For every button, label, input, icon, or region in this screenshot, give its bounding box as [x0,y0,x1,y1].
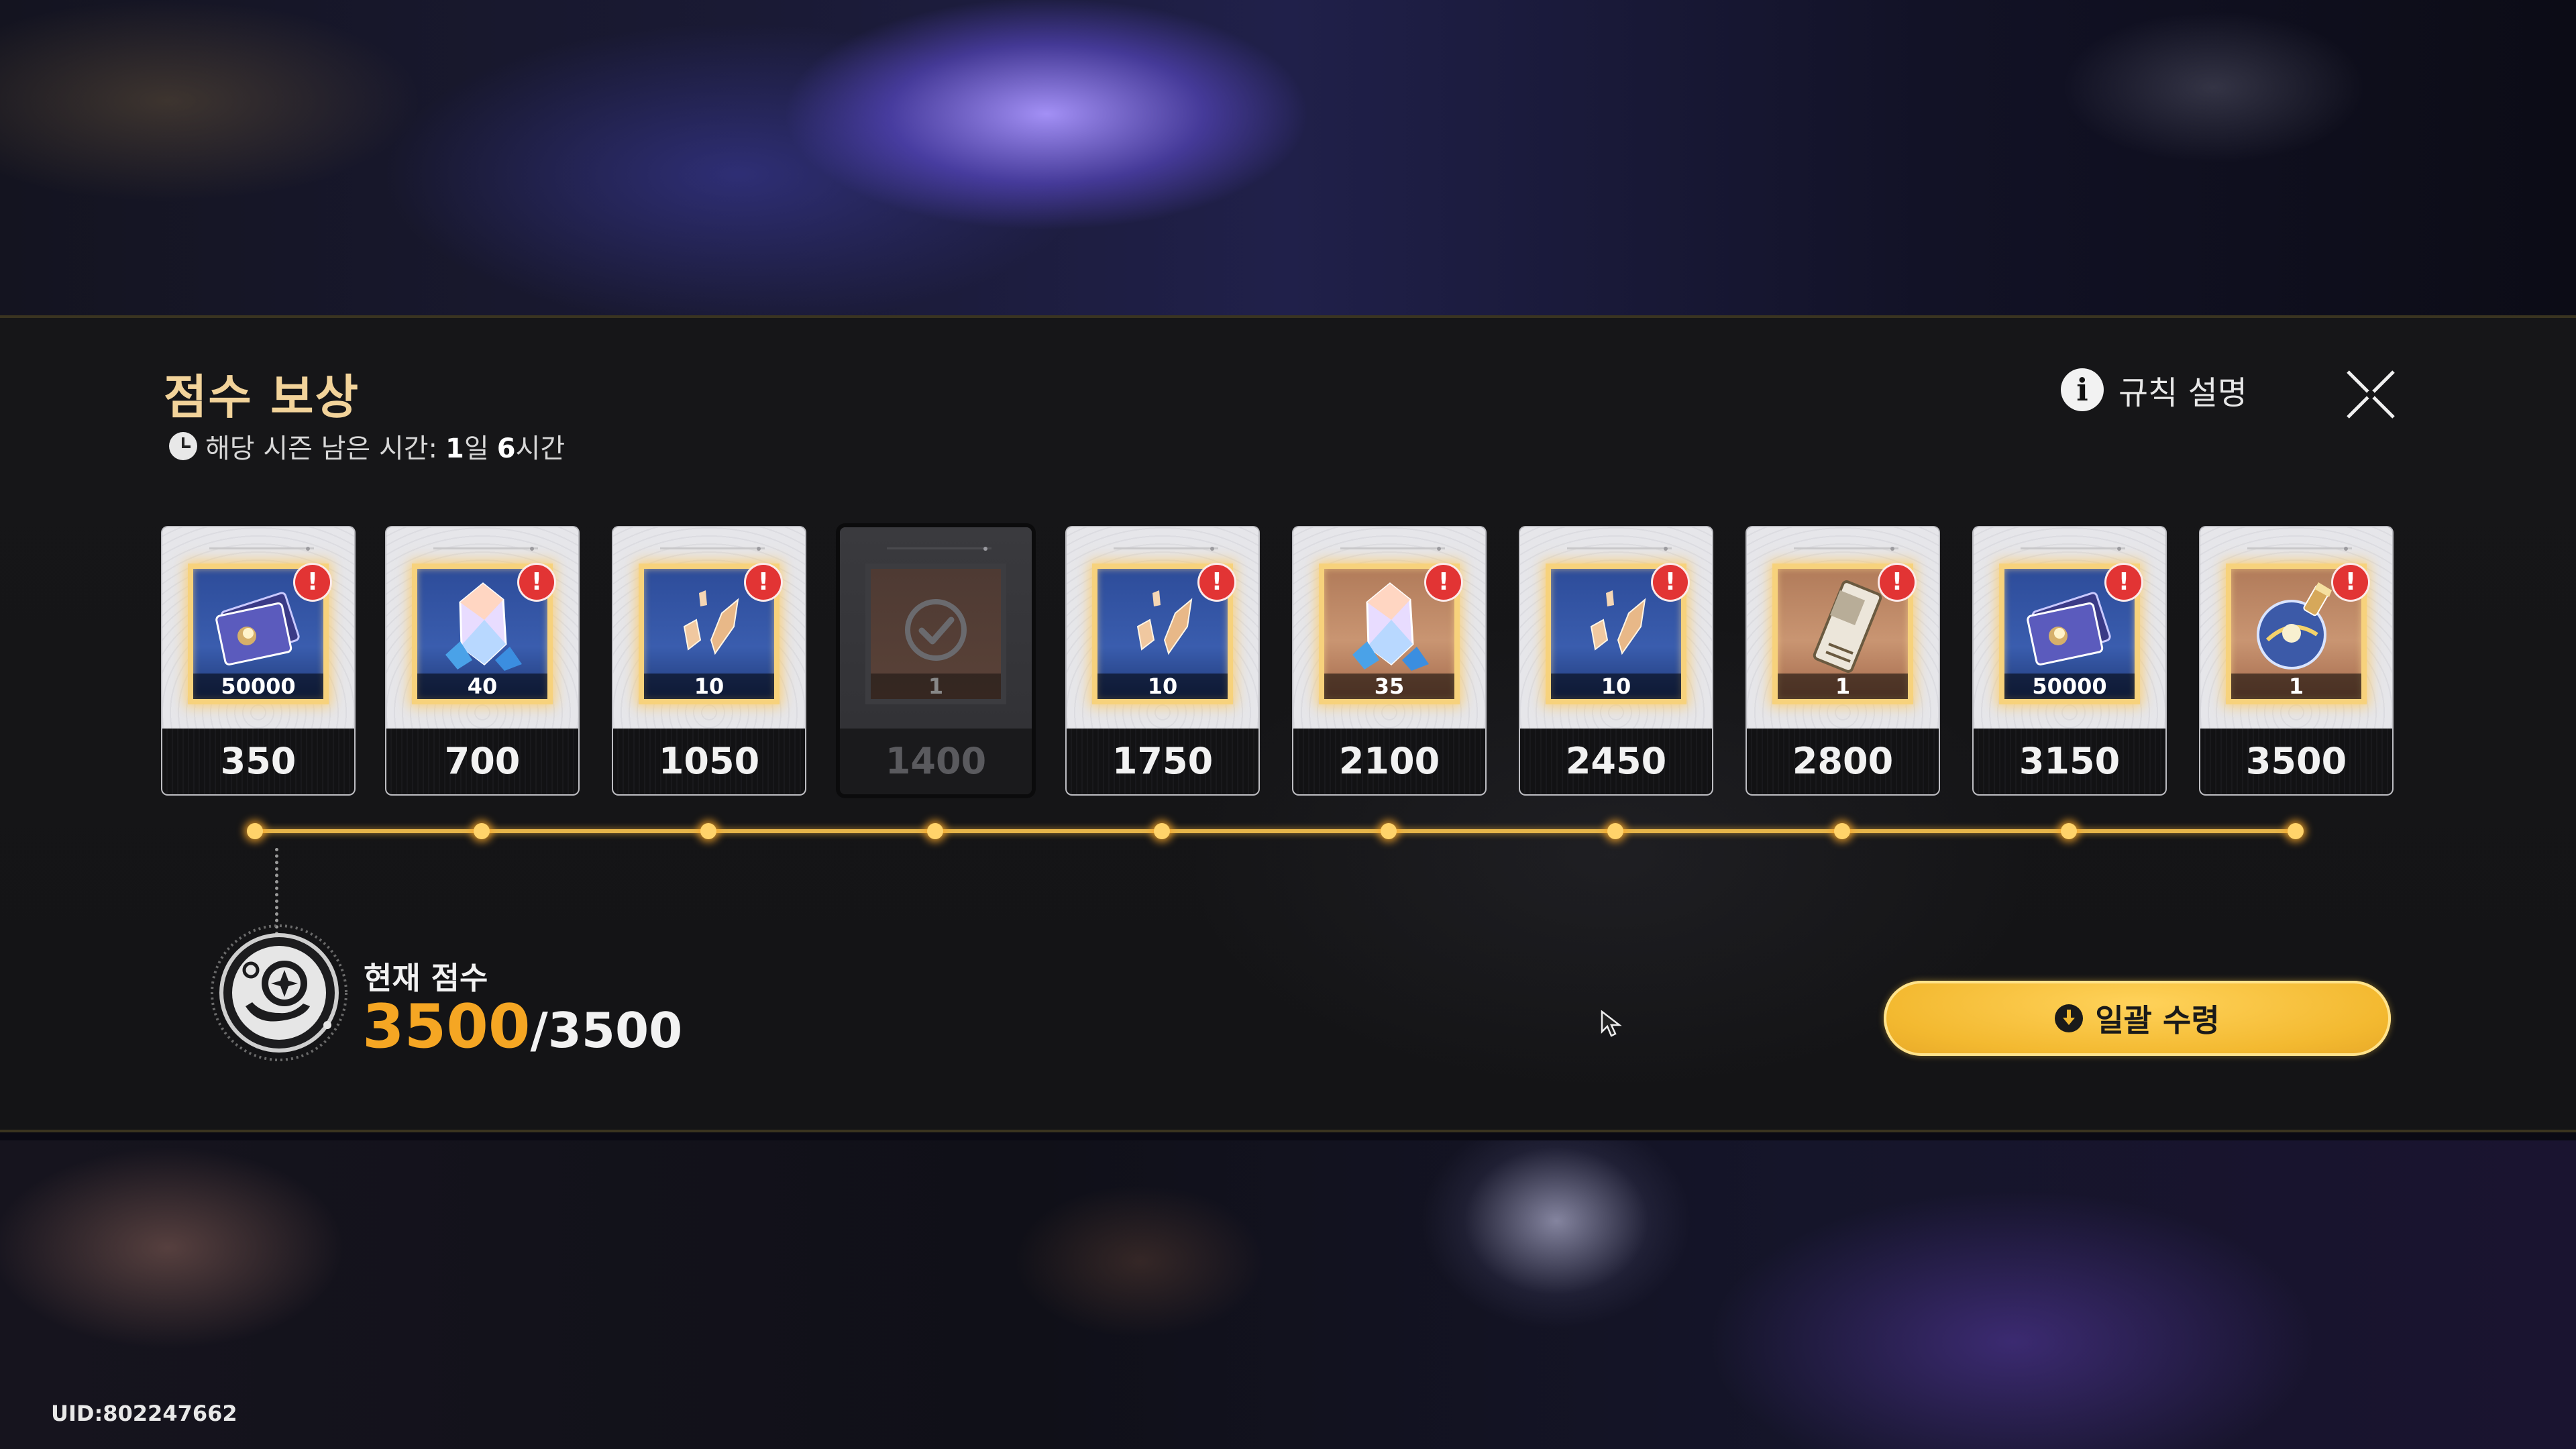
progress-node [700,823,716,839]
card-top-line [2021,547,2125,549]
progress-track [255,829,2300,833]
card-top-dot [2117,547,2121,551]
reward-card-2800[interactable]: 1! 2800 [1747,527,1939,794]
download-icon [2055,1004,2084,1032]
progress-node [247,823,263,839]
progress-node [1381,823,1397,839]
score-reward-panel: 점수 보상 해당 시즌 남은 시간: 1일 6시간 i 규칙 설명 50000!… [0,315,2576,1132]
reward-card-3150[interactable]: 50000! 3150 [1974,527,2165,794]
reward-quantity: 1 [1778,674,1908,699]
alert-badge-icon: ! [295,565,330,600]
card-top-dot [1890,547,1894,551]
reward-score-threshold: 350 [162,729,354,794]
rules-label: 규칙 설명 [2118,374,2247,412]
alert-badge-icon: ! [2333,565,2368,600]
card-top-dot [1437,547,1441,551]
card-top-line [660,547,765,549]
reward-score-threshold: 1050 [613,729,805,794]
card-top-line [1340,547,1445,549]
reward-quantity: 10 [1097,674,1228,699]
reward-card-350[interactable]: 50000! 350 [162,527,354,794]
card-top-dot [1210,547,1214,551]
background-bottom-blurred [0,1140,2576,1449]
progress-node [927,823,943,839]
reward-card-3500[interactable]: 1! 3500 [2200,527,2392,794]
alert-badge-icon: ! [519,565,554,600]
score-medal-icon [211,924,347,1061]
card-top-line [887,547,991,549]
alert-badge-icon: ! [1880,565,1915,600]
season-label: 해당 시즌 남은 시간: [205,433,438,464]
background-top-blurred [0,0,2576,315]
progress-node [474,823,490,839]
mouse-cursor-icon [1601,1010,1622,1037]
card-top-dot [530,547,534,551]
reward-card-1750[interactable]: 10! 1750 [1067,527,1258,794]
card-top-dot [1664,547,1668,551]
reward-score-threshold: 700 [386,729,578,794]
card-top-line [1114,547,1218,549]
season-days-unit: 일 [464,433,489,464]
reward-quantity: 1 [2231,674,2361,699]
progress-node [2288,823,2304,839]
card-top-line [2247,547,2352,549]
card-top-dot [306,547,310,551]
reward-quantity: 10 [1551,674,1681,699]
claim-all-button[interactable]: 일괄 수령 [1884,981,2391,1056]
uid-label: UID:802247662 [51,1401,237,1426]
reward-quantity: 35 [1324,674,1454,699]
alert-badge-icon: ! [2106,565,2141,600]
reward-card-2450[interactable]: 10! 2450 [1520,527,1712,794]
reward-card-700[interactable]: 40! 700 [386,527,578,794]
progress-pointer-line [275,848,278,935]
reward-quantity: 50000 [2004,674,2135,699]
season-hours: 6 [496,433,516,464]
current-score-value: 3500 [362,991,531,1062]
alert-badge-icon: ! [1653,565,1688,600]
rules-button[interactable]: i 규칙 설명 [2061,366,2247,413]
reward-score-threshold: 3150 [1974,729,2165,794]
card-top-line [433,547,538,549]
reward-score-threshold: 2450 [1520,729,1712,794]
alert-badge-icon: ! [1199,565,1234,600]
season-time-remaining: 해당 시즌 남은 시간: 1일 6시간 [169,427,565,466]
current-score-total: /3500 [530,1002,683,1059]
claim-all-label: 일괄 수령 [2095,1002,2220,1038]
reward-score-threshold: 2100 [1293,729,1485,794]
card-top-line [1567,547,1672,549]
reward-score-threshold: 2800 [1747,729,1939,794]
card-top-dot [757,547,761,551]
reward-card-1400[interactable]: 1 1400 [840,527,1032,794]
reward-score-threshold: 1400 [840,729,1032,794]
reward-quantity: 50000 [193,674,323,699]
info-icon: i [2061,368,2104,411]
reward-quantity: 1 [871,674,1001,699]
card-top-dot [983,547,987,551]
card-top-line [1794,547,1898,549]
reward-card-1050[interactable]: 10! 1050 [613,527,805,794]
progress-node [1154,823,1170,839]
card-top-line [209,547,314,549]
card-top-dot [2344,547,2348,551]
season-days: 1 [445,433,464,464]
reward-quantity: 10 [644,674,774,699]
progress-node [1607,823,1623,839]
season-hours-unit: 시간 [515,433,566,464]
panel-title: 점수 보상 [164,370,360,425]
reward-quantity: 40 [417,674,547,699]
progress-node [1834,823,1850,839]
clock-icon [169,432,197,460]
claimed-check-icon [905,599,967,661]
current-score: 3500/3500 [362,991,682,1062]
reward-score-threshold: 1750 [1067,729,1258,794]
close-icon[interactable] [2344,368,2398,421]
reward-score-threshold: 3500 [2200,729,2392,794]
alert-badge-icon: ! [746,565,781,600]
progress-node [2061,823,2077,839]
reward-card-2100[interactable]: 35! 2100 [1293,527,1485,794]
alert-badge-icon: ! [1426,565,1461,600]
